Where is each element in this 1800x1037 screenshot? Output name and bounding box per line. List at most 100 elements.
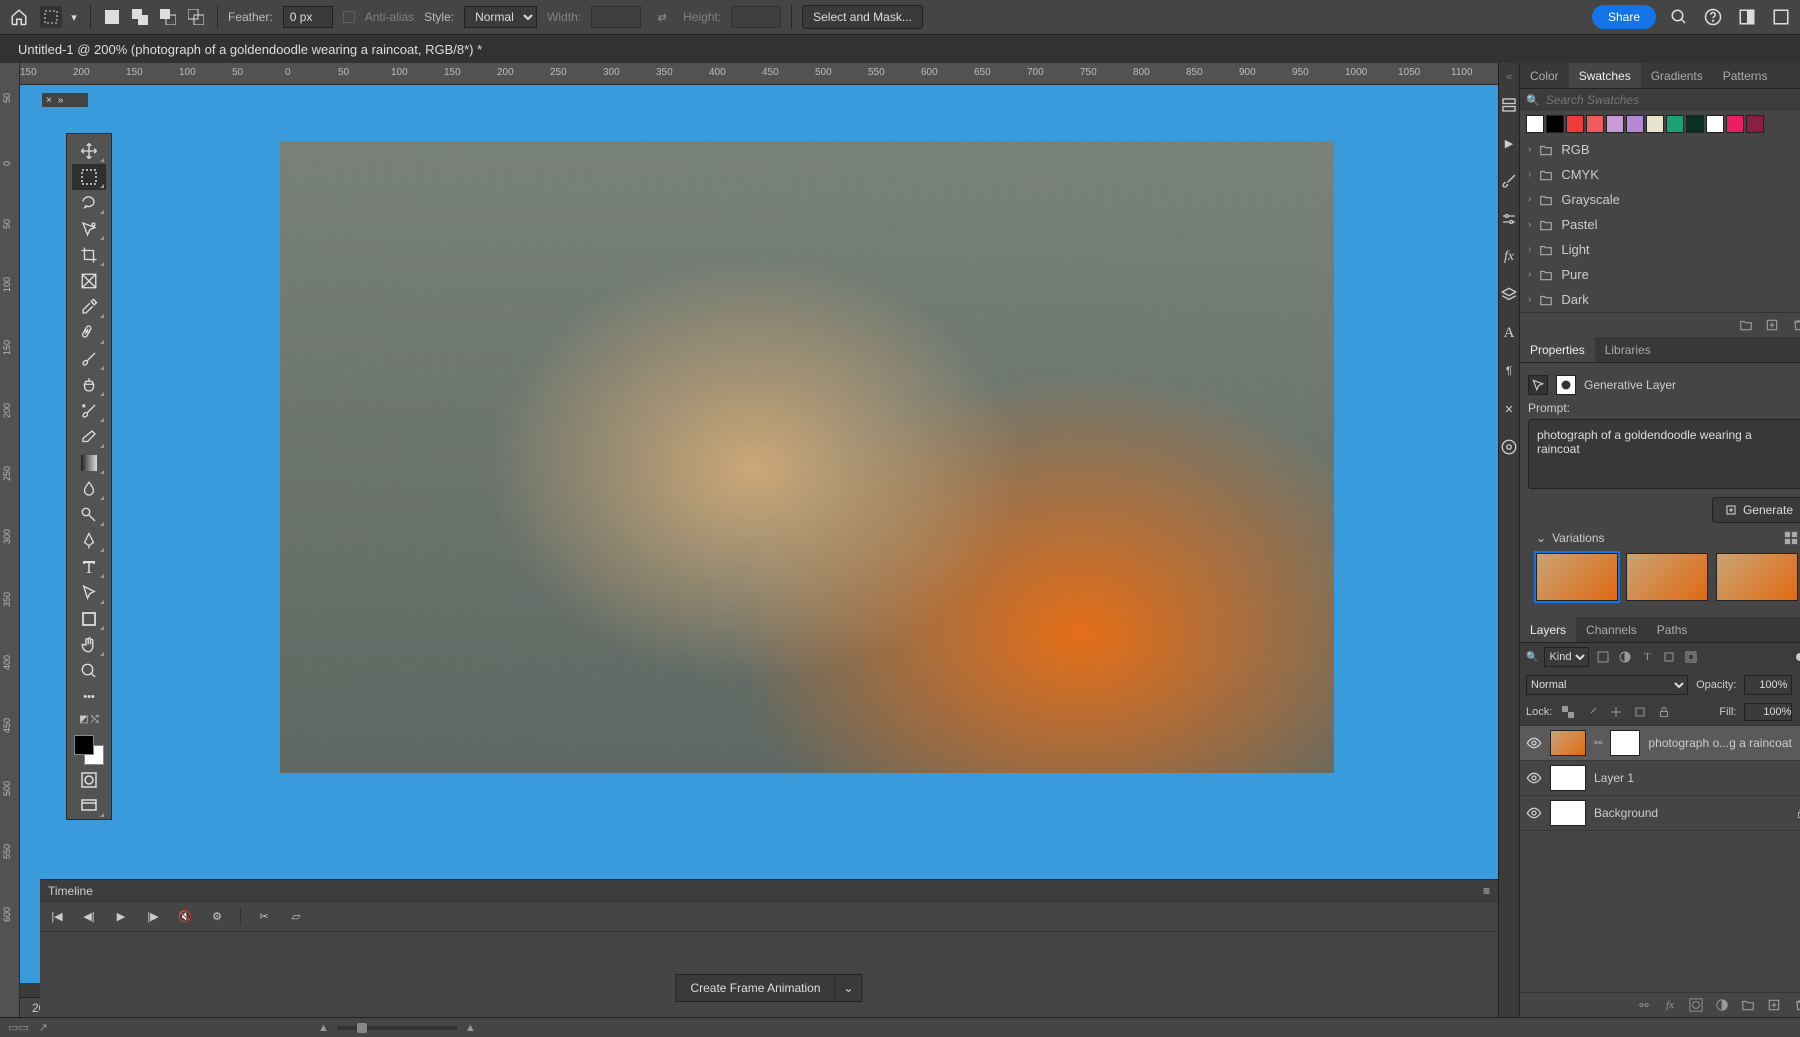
frame-tool-icon[interactable]: [72, 268, 106, 294]
pen-tool-icon[interactable]: [72, 528, 106, 554]
blur-tool-icon[interactable]: [72, 476, 106, 502]
brush-panel-icon[interactable]: [1499, 171, 1519, 191]
visibility-icon[interactable]: [1526, 805, 1542, 821]
transition-icon[interactable]: ▱: [287, 908, 305, 926]
add-selection-icon[interactable]: [129, 6, 151, 28]
layer-thumbnail[interactable]: [1550, 765, 1586, 791]
arrange-icon[interactable]: [1770, 6, 1792, 28]
tab-libraries[interactable]: Libraries: [1595, 337, 1661, 362]
settings-icon[interactable]: ⚙: [208, 908, 226, 926]
panel-menu-icon[interactable]: ≡: [1796, 624, 1800, 636]
lock-artboard-icon[interactable]: [1632, 704, 1648, 720]
tools-panel-grip[interactable]: × »: [42, 93, 88, 107]
feather-input[interactable]: [283, 6, 333, 28]
filter-smart-icon[interactable]: [1683, 649, 1699, 665]
color-swatches[interactable]: [72, 733, 106, 767]
delete-swatch-icon[interactable]: [1790, 317, 1800, 333]
panel-menu-icon[interactable]: ≡: [1796, 70, 1800, 82]
lock-image-icon[interactable]: [1584, 704, 1600, 720]
mask-thumbnail[interactable]: [1610, 730, 1640, 756]
tab-paths[interactable]: Paths: [1647, 617, 1698, 642]
mute-icon[interactable]: 🔇: [176, 908, 194, 926]
swatch-group-cmyk[interactable]: ›CMYK: [1520, 162, 1800, 187]
swatch-color[interactable]: [1726, 115, 1744, 133]
healing-brush-tool-icon[interactable]: [72, 320, 106, 346]
swatch-color[interactable]: [1526, 115, 1544, 133]
swatch-search-input[interactable]: [1546, 93, 1800, 107]
dodge-tool-icon[interactable]: [72, 502, 106, 528]
mini-bridge-icon[interactable]: ▭▭: [8, 1021, 29, 1034]
swatch-group-rgb[interactable]: ›RGB: [1520, 137, 1800, 162]
variation-thumb-1[interactable]: [1536, 553, 1618, 601]
layer-row[interactable]: Layer 1: [1520, 761, 1800, 796]
search-icon[interactable]: [1668, 6, 1690, 28]
swatch-group-pure[interactable]: ›Pure: [1520, 262, 1800, 287]
create-frame-button[interactable]: Create Frame Animation: [675, 974, 835, 1002]
new-group-icon[interactable]: [1738, 317, 1754, 333]
zoom-tool-icon[interactable]: [72, 658, 106, 684]
properties-generate-button[interactable]: Generate: [1712, 497, 1800, 523]
new-swatch-icon[interactable]: [1764, 317, 1780, 333]
new-selection-icon[interactable]: [101, 6, 123, 28]
fill-input[interactable]: [1744, 703, 1792, 721]
swatch-color[interactable]: [1586, 115, 1604, 133]
tab-channels[interactable]: Channels: [1576, 617, 1647, 642]
swatch-group-dark[interactable]: ›Dark: [1520, 287, 1800, 312]
swatch-color[interactable]: [1626, 115, 1644, 133]
zoom-in-mountain-icon[interactable]: ▲: [465, 1022, 476, 1034]
variation-thumb-3[interactable]: [1716, 553, 1798, 601]
intersect-selection-icon[interactable]: [185, 6, 207, 28]
marquee-tool-icon[interactable]: [72, 164, 106, 190]
swatch-color[interactable]: [1686, 115, 1704, 133]
link-icon[interactable]: ⚯: [1594, 738, 1602, 749]
play-icon[interactable]: ▶: [112, 908, 130, 926]
zoom-out-mountain-icon[interactable]: ▲: [318, 1022, 329, 1034]
layer-fx-icon[interactable]: fx: [1662, 997, 1678, 1013]
grid-view-icon[interactable]: [1784, 531, 1798, 545]
next-frame-icon[interactable]: |▶: [144, 908, 162, 926]
eyedropper-tool-icon[interactable]: [72, 294, 106, 320]
default-colors-icon[interactable]: ◩: [79, 714, 88, 725]
swatch-group-grayscale[interactable]: ›Grayscale: [1520, 187, 1800, 212]
layer-kind-filter[interactable]: Kind: [1544, 647, 1589, 667]
tab-layers[interactable]: Layers: [1520, 617, 1576, 642]
layers-panel-icon[interactable]: [1499, 285, 1519, 305]
lock-all-icon[interactable]: [1656, 704, 1672, 720]
eraser-tool-icon[interactable]: [72, 424, 106, 450]
type-tool-icon[interactable]: [72, 554, 106, 580]
tab-swatches[interactable]: Swatches: [1569, 63, 1641, 88]
brush-tool-icon[interactable]: [72, 346, 106, 372]
paragraph-panel-icon[interactable]: ¶: [1499, 361, 1519, 381]
filter-type-icon[interactable]: T: [1639, 649, 1655, 665]
visibility-icon[interactable]: [1526, 770, 1542, 786]
tab-gradients[interactable]: Gradients: [1641, 63, 1713, 88]
swatch-color[interactable]: [1546, 115, 1564, 133]
crop-tool-icon[interactable]: [72, 242, 106, 268]
swatch-group-pastel[interactable]: ›Pastel: [1520, 212, 1800, 237]
quick-select-tool-icon[interactable]: [72, 216, 106, 242]
layer-mask-icon[interactable]: [1688, 997, 1704, 1013]
workspace-icon[interactable]: [1736, 6, 1758, 28]
adjustments-panel-icon[interactable]: [1499, 209, 1519, 229]
link-layers-icon[interactable]: ⚯: [1636, 997, 1652, 1013]
prev-frame-icon[interactable]: ◀|: [80, 908, 98, 926]
help-icon[interactable]: [1702, 6, 1724, 28]
adjustment-layer-icon[interactable]: [1714, 997, 1730, 1013]
history-brush-tool-icon[interactable]: [72, 398, 106, 424]
layer-name[interactable]: Background: [1594, 806, 1658, 820]
subtract-selection-icon[interactable]: [157, 6, 179, 28]
shape-tool-icon[interactable]: [72, 606, 106, 632]
panel-menu-icon[interactable]: ≡: [1483, 884, 1490, 898]
move-tool-icon[interactable]: [72, 138, 106, 164]
mask-icon[interactable]: [1556, 375, 1576, 395]
sync-icon[interactable]: ↗: [39, 1021, 48, 1034]
character-panel-icon[interactable]: A: [1499, 323, 1519, 343]
filter-pixel-icon[interactable]: [1595, 649, 1611, 665]
tab-properties[interactable]: Properties: [1520, 337, 1595, 362]
swap-colors-icon[interactable]: ⤭: [91, 714, 99, 725]
swatch-color[interactable]: [1606, 115, 1624, 133]
select-and-mask-button[interactable]: Select and Mask...: [802, 5, 923, 29]
chevron-down-icon[interactable]: ▾: [68, 6, 80, 28]
close-icon[interactable]: ×: [46, 95, 52, 106]
foreground-color[interactable]: [74, 735, 94, 755]
